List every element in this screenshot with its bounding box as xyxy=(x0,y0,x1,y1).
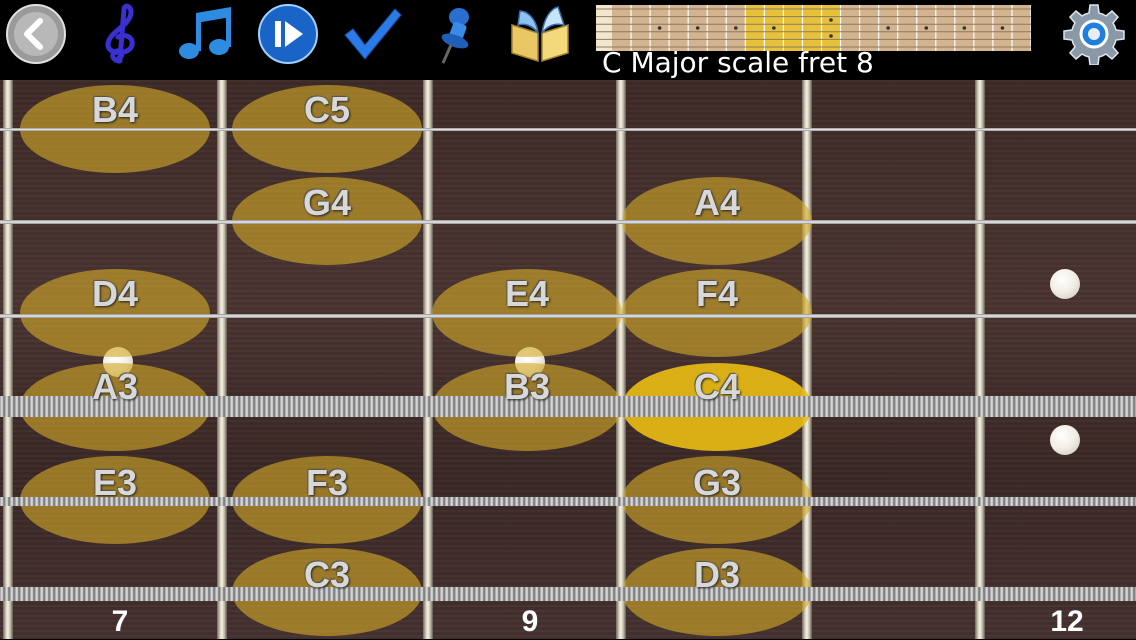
minimap-inlay xyxy=(829,34,833,38)
note-label: D4 xyxy=(91,273,139,314)
note-label: D3 xyxy=(693,554,741,595)
minimap-inlay xyxy=(695,26,700,30)
note-label: B3 xyxy=(503,366,551,407)
note-label: A4 xyxy=(693,182,741,223)
open-book-icon xyxy=(511,6,569,63)
play-icon xyxy=(258,4,318,64)
note-label: E3 xyxy=(92,462,138,503)
string-2 xyxy=(0,220,1136,224)
checkmark-icon xyxy=(344,8,402,60)
clef-button[interactable] xyxy=(88,3,152,64)
note-label: F4 xyxy=(695,273,738,314)
minimap-inlay xyxy=(1000,26,1005,30)
note-label: F3 xyxy=(305,462,348,503)
music-note-icon xyxy=(179,7,231,59)
note-label: C3 xyxy=(303,554,351,595)
back-button[interactable] xyxy=(4,4,68,64)
minimap-inlay xyxy=(733,26,738,30)
minimap-inlay xyxy=(829,18,833,22)
play-button[interactable] xyxy=(256,4,320,64)
note-label: C5 xyxy=(303,89,351,130)
fret-number: 9 xyxy=(521,605,539,638)
note-label: G4 xyxy=(302,182,352,223)
note-label: G3 xyxy=(692,462,742,503)
pin-button[interactable] xyxy=(424,4,488,64)
gear-icon xyxy=(1063,4,1125,65)
note-label: B4 xyxy=(91,89,139,130)
check-button[interactable] xyxy=(340,4,404,64)
fretboard[interactable]: B4 C5 G4 A4 D4 E4 F4 A3 B3 C4 E3 F3 G3 C… xyxy=(0,80,1136,639)
minimap-inlay xyxy=(924,26,929,30)
note-label: A3 xyxy=(91,366,139,407)
settings-button[interactable] xyxy=(1062,4,1126,65)
treble-clef-icon xyxy=(105,3,135,64)
fret-number: 12 xyxy=(1050,605,1084,638)
fret-number: 7 xyxy=(111,605,129,638)
minimap-inlay xyxy=(657,26,662,30)
music-note-button[interactable] xyxy=(172,4,236,64)
scale-title: C Major scale fret 8 xyxy=(602,46,874,79)
fret-wire xyxy=(3,80,13,639)
toolbar: C Major scale fret 8 xyxy=(0,0,1136,80)
fret-wire xyxy=(975,80,985,639)
fret-inlay-dot xyxy=(1050,269,1080,299)
chevron-left-icon xyxy=(6,4,66,64)
minimap-inlay xyxy=(886,26,890,30)
minimap-inlay xyxy=(772,26,776,30)
note-label: C4 xyxy=(693,366,741,407)
string-6 xyxy=(0,587,1136,601)
fret-inlay-dot xyxy=(1050,425,1080,455)
note-label: E4 xyxy=(504,273,550,314)
fret-wire xyxy=(217,80,227,639)
pushpin-icon xyxy=(441,8,469,64)
minimap-inlay xyxy=(962,26,967,30)
book-button[interactable] xyxy=(508,4,572,64)
